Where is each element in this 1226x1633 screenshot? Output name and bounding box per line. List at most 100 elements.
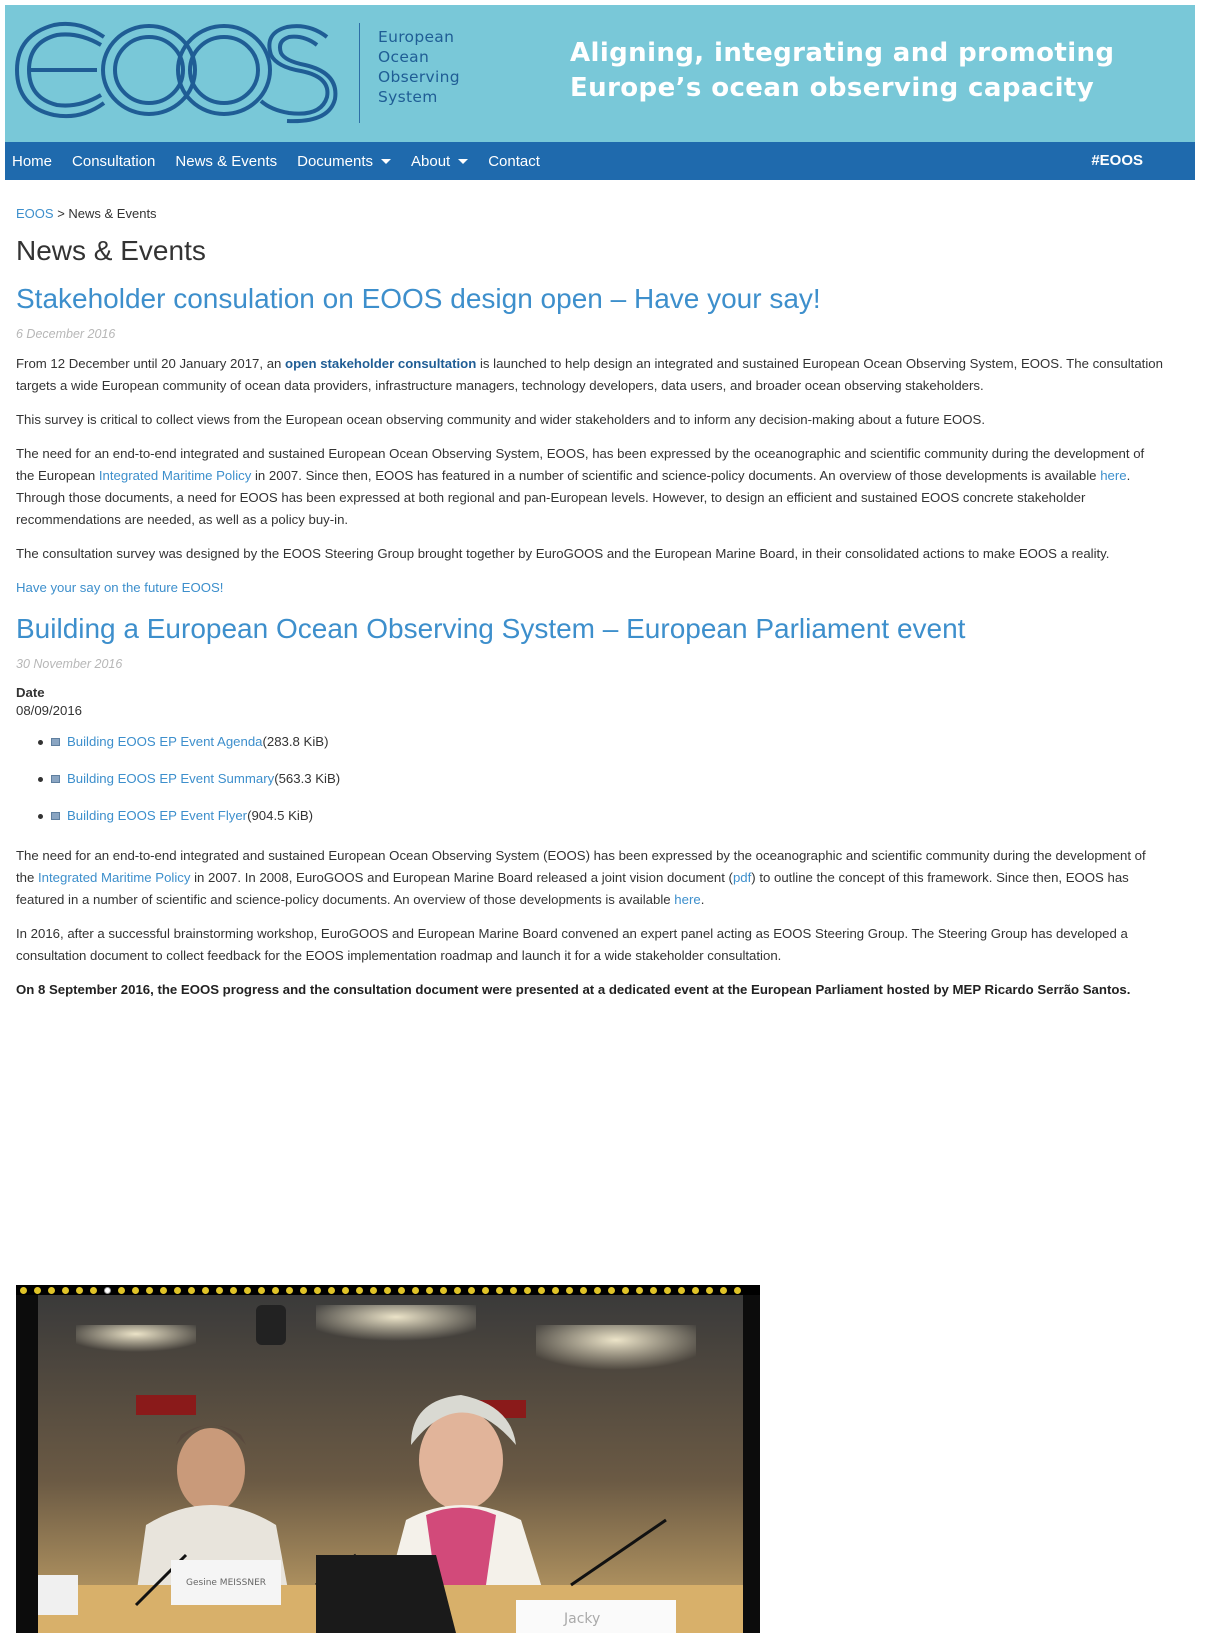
slideshow-dot[interactable] (580, 1286, 587, 1294)
slideshow-dot[interactable] (538, 1286, 545, 1294)
nav-item-contact[interactable]: Contact (488, 153, 540, 170)
nav-item-home[interactable]: Home (12, 153, 52, 170)
integrated-maritime-policy-link[interactable]: Integrated Maritime Policy (99, 468, 251, 483)
slideshow-dot[interactable] (678, 1286, 685, 1294)
post-paragraph: Have your say on the future EOOS! (16, 577, 1166, 599)
slideshow-dot[interactable] (202, 1286, 209, 1294)
file-icon (51, 775, 60, 783)
slideshow-dot[interactable] (62, 1286, 69, 1294)
file-icon (51, 738, 60, 746)
download-link[interactable]: Building EOOS EP Event Agenda (67, 734, 263, 749)
slideshow-dot[interactable] (650, 1286, 657, 1294)
breadcrumb-home-link[interactable]: EOOS (16, 206, 54, 221)
consultation-link[interactable]: open stakeholder consultation (285, 356, 476, 371)
slideshow-dot[interactable] (300, 1286, 307, 1294)
logo-word: Observing (378, 68, 460, 86)
main-content: EOOS > News & Events News & Events Stake… (16, 206, 1166, 1001)
slideshow-dot[interactable] (188, 1286, 195, 1294)
slideshow-dot[interactable] (664, 1286, 671, 1294)
slideshow-dot[interactable] (398, 1286, 405, 1294)
post-paragraph: The need for an end-to-end integrated an… (16, 443, 1166, 531)
nav-label: News & Events (175, 152, 278, 170)
slideshow-dot[interactable] (216, 1286, 223, 1294)
slideshow-dot[interactable] (314, 1286, 321, 1294)
slideshow-dot[interactable] (720, 1286, 727, 1294)
slideshow-dot[interactable] (608, 1286, 615, 1294)
nav-item-documents[interactable]: Documents (297, 153, 391, 170)
eoos-logo-icon[interactable] (9, 15, 349, 125)
slideshow-dot[interactable] (328, 1286, 335, 1294)
slideshow-dot[interactable] (230, 1286, 237, 1294)
slideshow-dot[interactable] (412, 1286, 419, 1294)
main-nav: Home Consultation News & Events Document… (5, 142, 1195, 180)
download-link[interactable]: Building EOOS EP Event Summary (67, 771, 274, 786)
slideshow-dot[interactable] (594, 1286, 601, 1294)
nav-item-consultation[interactable]: Consultation (72, 153, 155, 170)
slideshow-dot[interactable] (160, 1286, 167, 1294)
slideshow-dot[interactable] (482, 1286, 489, 1294)
download-link[interactable]: Building EOOS EP Event Flyer (67, 808, 247, 823)
slideshow-dot[interactable] (244, 1286, 251, 1294)
bullet-icon (38, 777, 43, 782)
slideshow-dot[interactable] (20, 1286, 27, 1294)
slideshow-dot[interactable] (258, 1286, 265, 1294)
post-paragraph: From 12 December until 20 January 2017, … (16, 353, 1166, 397)
overview-here-link[interactable]: here (1100, 468, 1126, 483)
slideshow-dot[interactable] (566, 1286, 573, 1294)
slideshow-dot[interactable] (370, 1286, 377, 1294)
nav-label: Consultation (72, 152, 156, 170)
slideshow-dot[interactable] (496, 1286, 503, 1294)
list-item: Building EOOS EP Event Summary (563.3 Ki… (38, 771, 1166, 808)
slideshow-dot[interactable] (468, 1286, 475, 1294)
slideshow-dot[interactable] (706, 1286, 713, 1294)
post-title-link[interactable]: Stakeholder consulation on EOOS design o… (16, 283, 1166, 315)
slideshow-dot[interactable] (356, 1286, 363, 1294)
nav-label: Documents (297, 152, 373, 170)
bullet-icon (38, 814, 43, 819)
nav-label: Contact (488, 152, 540, 170)
slideshow-dot[interactable] (552, 1286, 559, 1294)
slideshow-dot[interactable] (76, 1286, 83, 1294)
slideshow-dot[interactable] (48, 1286, 55, 1294)
event-photo-slideshow[interactable]: Gesine MEISSNER Jacky (16, 1285, 760, 1633)
slideshow-dot[interactable] (510, 1286, 517, 1294)
slideshow-dot[interactable] (384, 1286, 391, 1294)
nav-item-news-events[interactable]: News & Events (175, 153, 277, 170)
download-list: Building EOOS EP Event Agenda (283.8 KiB… (38, 734, 1166, 845)
text: From 12 December until 20 January 2017, … (16, 356, 286, 371)
slideshow-dot[interactable] (524, 1286, 531, 1294)
list-item: Building EOOS EP Event Agenda (283.8 KiB… (38, 734, 1166, 771)
slideshow-dot[interactable] (734, 1286, 741, 1294)
post-title-link[interactable]: Building a European Ocean Observing Syst… (16, 613, 1166, 645)
slideshow-dot[interactable] (342, 1286, 349, 1294)
slideshow-dot[interactable] (454, 1286, 461, 1294)
slideshow-dot[interactable] (174, 1286, 181, 1294)
nav-item-about[interactable]: About (411, 153, 469, 170)
integrated-maritime-policy-link[interactable]: Integrated Maritime Policy (38, 870, 190, 885)
text: in 2007. Since then, EOOS has featured i… (251, 468, 1101, 483)
slideshow-dot[interactable] (132, 1286, 139, 1294)
have-your-say-link[interactable]: Have your say on the future EOOS! (16, 580, 223, 595)
file-size: (563.3 KiB) (274, 771, 341, 786)
bullet-icon (38, 740, 43, 745)
slideshow-dot[interactable] (426, 1286, 433, 1294)
slideshow-dot[interactable] (118, 1286, 125, 1294)
slideshow-dot[interactable] (90, 1286, 97, 1294)
slideshow-dot[interactable] (692, 1286, 699, 1294)
hashtag-link[interactable]: #EOOS (1091, 152, 1143, 169)
overview-here-link[interactable]: here (674, 892, 700, 907)
slideshow-dot[interactable] (146, 1286, 153, 1294)
slideshow-dot[interactable] (440, 1286, 447, 1294)
slideshow-dot[interactable] (286, 1286, 293, 1294)
slideshow-dot[interactable] (272, 1286, 279, 1294)
page-title: News & Events (16, 235, 206, 266)
slideshow-dot[interactable] (636, 1286, 643, 1294)
slideshow-pager (16, 1285, 760, 1295)
breadcrumb: EOOS > News & Events (16, 206, 1166, 221)
slideshow-dot[interactable] (104, 1286, 111, 1294)
logo-divider (359, 23, 360, 123)
slideshow-dot[interactable] (622, 1286, 629, 1294)
post-paragraph: In 2016, after a successful brainstormin… (16, 926, 1128, 963)
slideshow-dot[interactable] (34, 1286, 41, 1294)
pdf-link[interactable]: pdf (733, 870, 751, 885)
